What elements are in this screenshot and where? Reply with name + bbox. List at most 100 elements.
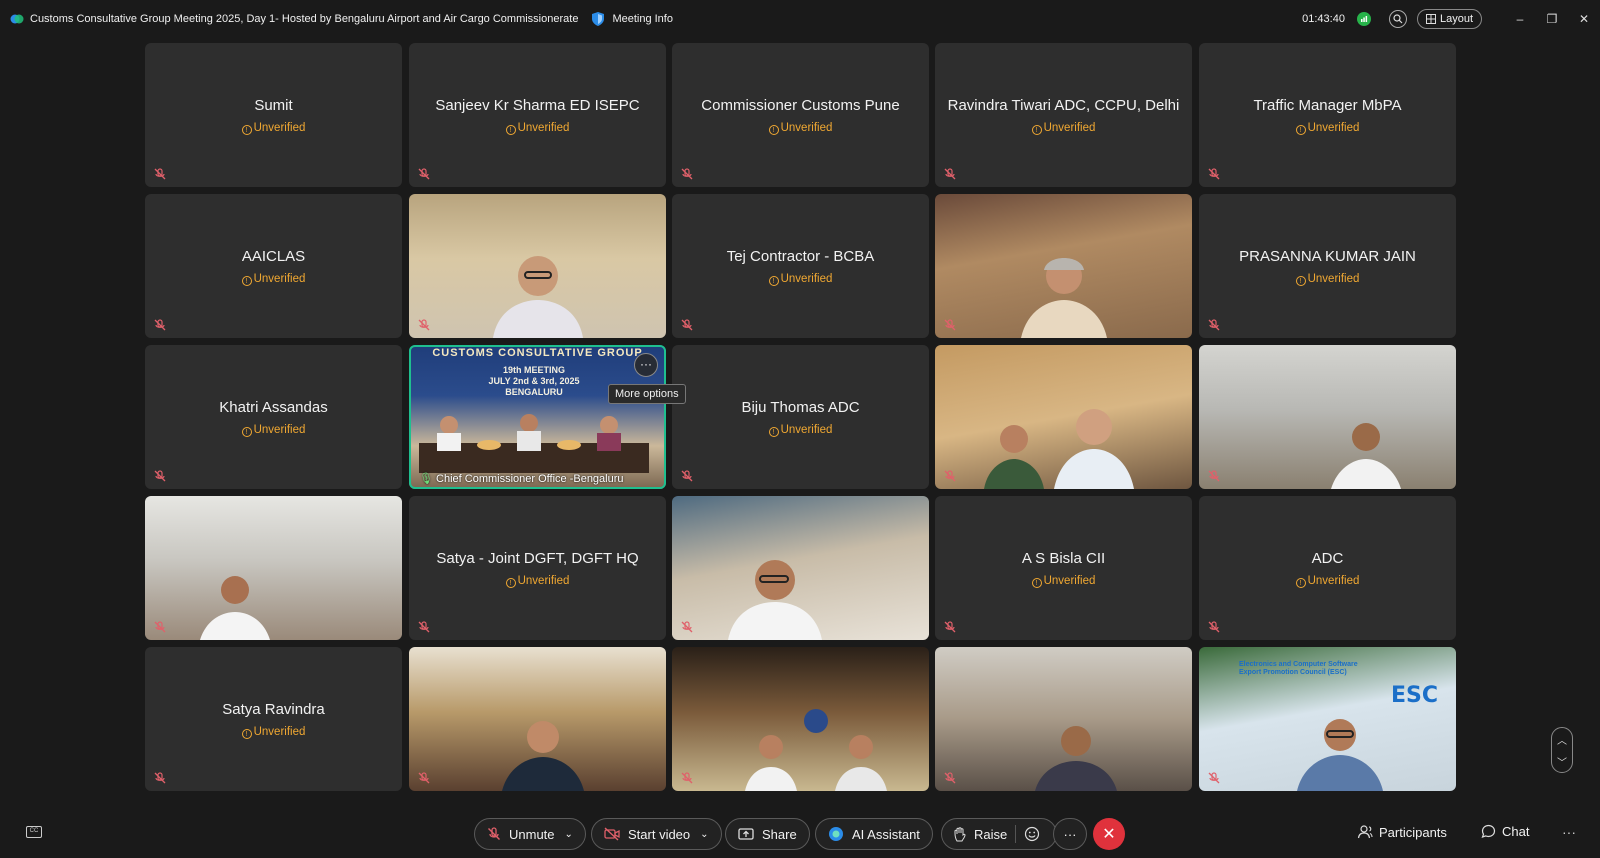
participant-video-tile[interactable] <box>145 496 402 640</box>
meeting-info-button[interactable]: Meeting Info <box>592 12 673 26</box>
participant-name: PRASANNA KUMAR JAIN <box>1239 248 1416 265</box>
closed-captions-icon[interactable]: CC <box>26 826 42 838</box>
warning-icon: ! <box>1295 276 1306 286</box>
participant-video-tile[interactable] <box>409 194 666 338</box>
title-bar: Customs Consultative Group Meeting 2025,… <box>0 0 1600 38</box>
participants-label: Participants <box>1379 824 1447 840</box>
overflow-menu-icon[interactable]: ··· <box>1562 824 1576 840</box>
chevron-down-icon[interactable]: ﹀ <box>1557 754 1567 769</box>
unverified-badge: ! Unverified <box>935 122 1192 135</box>
chat-button[interactable]: Chat <box>1481 824 1529 839</box>
participant-name: Sanjeev Kr Sharma ED ISEPC <box>435 97 640 114</box>
participant-video-tile[interactable] <box>409 647 666 791</box>
participant-name: Satya Ravindra <box>222 701 325 718</box>
leave-meeting-button[interactable]: ✕ <box>1093 818 1125 850</box>
mic-muted-icon <box>681 621 693 633</box>
mic-muted-icon <box>154 319 166 331</box>
unverified-badge: ! Unverified <box>409 575 666 588</box>
participant-video-tile[interactable] <box>935 647 1192 791</box>
unverified-badge: ! Unverified <box>935 575 1192 588</box>
participant-tile[interactable]: Biju Thomas ADC ! Unverified <box>672 345 929 489</box>
share-button[interactable]: Share <box>725 818 810 850</box>
more-options-button[interactable]: ··· <box>634 353 658 377</box>
mic-on-icon: 🎙 <box>419 473 433 485</box>
unverified-badge: ! Unverified <box>1199 122 1456 135</box>
participant-video-person <box>492 256 583 338</box>
mic-muted-icon <box>154 470 166 482</box>
warning-icon: ! <box>768 427 779 437</box>
participant-video-tile[interactable]: Electronics and Computer Software Export… <box>1199 647 1456 791</box>
participant-name: ADC <box>1311 550 1344 567</box>
connection-status-icon[interactable] <box>1356 12 1371 26</box>
reactions-smiley-icon[interactable] <box>1024 826 1040 842</box>
meeting-timer: 01:43:40 <box>1302 13 1345 25</box>
mic-muted-icon <box>1208 470 1220 482</box>
participant-tile[interactable]: Commissioner Customs Pune ! Unverified <box>672 43 929 187</box>
participant-video-person <box>983 409 1134 489</box>
participant-tile[interactable]: Ravindra Tiwari ADC, CCPU, Delhi ! Unveri… <box>935 43 1192 187</box>
unverified-badge: ! Unverified <box>672 122 929 135</box>
unverified-badge: ! Unverified <box>145 273 402 286</box>
mic-muted-icon <box>681 772 693 784</box>
participant-name: AAICLAS <box>241 248 306 265</box>
close-window-button[interactable]: ✕ <box>1568 0 1600 38</box>
participant-name: Tej Contractor - BCBA <box>726 248 875 265</box>
mic-muted-icon <box>418 319 430 331</box>
participant-tile[interactable]: Sumit ! Unverified <box>145 43 402 187</box>
grid-page-scroller[interactable]: ︿ ﹀ <box>1551 727 1573 773</box>
participant-name: Satya - Joint DGFT, DGFT HQ <box>436 550 639 567</box>
unverified-badge: ! Unverified <box>672 424 929 437</box>
warning-icon: ! <box>241 276 252 286</box>
ai-assistant-button[interactable]: AI Assistant <box>815 818 933 850</box>
participant-name: Ravindra Tiwari ADC, CCPU, Delhi <box>947 97 1180 114</box>
shield-icon <box>592 12 605 26</box>
participant-tile[interactable]: PRASANNA KUMAR JAIN ! Unverified <box>1199 194 1456 338</box>
banner-heading: CUSTOMS CONSULTATIVE GROUP <box>432 347 643 359</box>
participant-tile[interactable]: Khatri Assandas ! Unverified <box>145 345 402 489</box>
layout-button[interactable]: Layout <box>1416 9 1482 29</box>
participant-video-tile[interactable] <box>935 194 1192 338</box>
mic-muted-icon <box>681 319 693 331</box>
more-controls-button[interactable]: ··· <box>1053 818 1087 850</box>
minimize-button[interactable]: – <box>1504 0 1536 38</box>
mic-muted-icon <box>488 827 500 840</box>
grid-icon <box>1425 14 1436 24</box>
participant-video-tile[interactable] <box>672 647 929 791</box>
participant-tile[interactable]: AAICLAS ! Unverified <box>145 194 402 338</box>
participant-tile[interactable]: Satya Ravindra ! Unverified <box>145 647 402 791</box>
participant-tile[interactable]: ADC ! Unverified <box>1199 496 1456 640</box>
chevron-down-icon[interactable]: ⌄ <box>700 829 708 840</box>
mic-muted-icon <box>154 621 166 633</box>
unmute-button[interactable]: Unmute ⌄ <box>474 818 586 850</box>
participants-button[interactable]: Participants <box>1357 824 1447 840</box>
zoom-icon[interactable] <box>1388 10 1407 28</box>
participant-video-tile[interactable] <box>1199 345 1456 489</box>
unverified-badge: ! Unverified <box>1199 575 1456 588</box>
participant-tile[interactable]: A S Bisla CII ! Unverified <box>935 496 1192 640</box>
chevron-down-icon[interactable]: ⌄ <box>565 829 573 840</box>
conference-panel-image <box>419 414 649 473</box>
meeting-controls-toolbar: CC Unmute ⌄ Start video ⌄ Share AI Assis… <box>0 810 1600 858</box>
unmute-label: Unmute <box>509 826 555 842</box>
participant-video-tile[interactable] <box>935 345 1192 489</box>
active-speaker-tile[interactable]: CUSTOMS CONSULTATIVE GROUP 19th MEETING … <box>409 345 666 489</box>
warning-icon: ! <box>241 729 252 739</box>
start-video-label: Start video <box>628 826 691 842</box>
banner-details: 19th MEETING JULY 2nd & 3rd, 2025 BENGAL… <box>488 365 580 397</box>
mic-muted-icon <box>1208 319 1220 331</box>
participant-tile[interactable]: Sanjeev Kr Sharma ED ISEPC ! Unverified <box>409 43 666 187</box>
warning-icon: ! <box>505 578 516 588</box>
start-video-button[interactable]: Start video ⌄ <box>591 818 722 850</box>
restore-button[interactable]: ❐ <box>1536 0 1568 38</box>
participant-tile[interactable]: Satya - Joint DGFT, DGFT HQ ! Unverified <box>409 496 666 640</box>
participant-video-person <box>744 709 887 791</box>
layout-label: Layout <box>1439 13 1473 25</box>
raise-hand-button[interactable]: Raise <box>941 818 1058 850</box>
participant-name: Biju Thomas ADC <box>741 399 860 416</box>
participant-video-tile[interactable] <box>672 496 929 640</box>
participant-tile[interactable]: Tej Contractor - BCBA ! Unverified <box>672 194 929 338</box>
hand-icon <box>954 826 966 841</box>
chevron-up-icon[interactable]: ︿ <box>1557 732 1567 747</box>
warning-icon: ! <box>241 427 252 437</box>
participant-tile[interactable]: Traffic Manager MbPA ! Unverified <box>1199 43 1456 187</box>
